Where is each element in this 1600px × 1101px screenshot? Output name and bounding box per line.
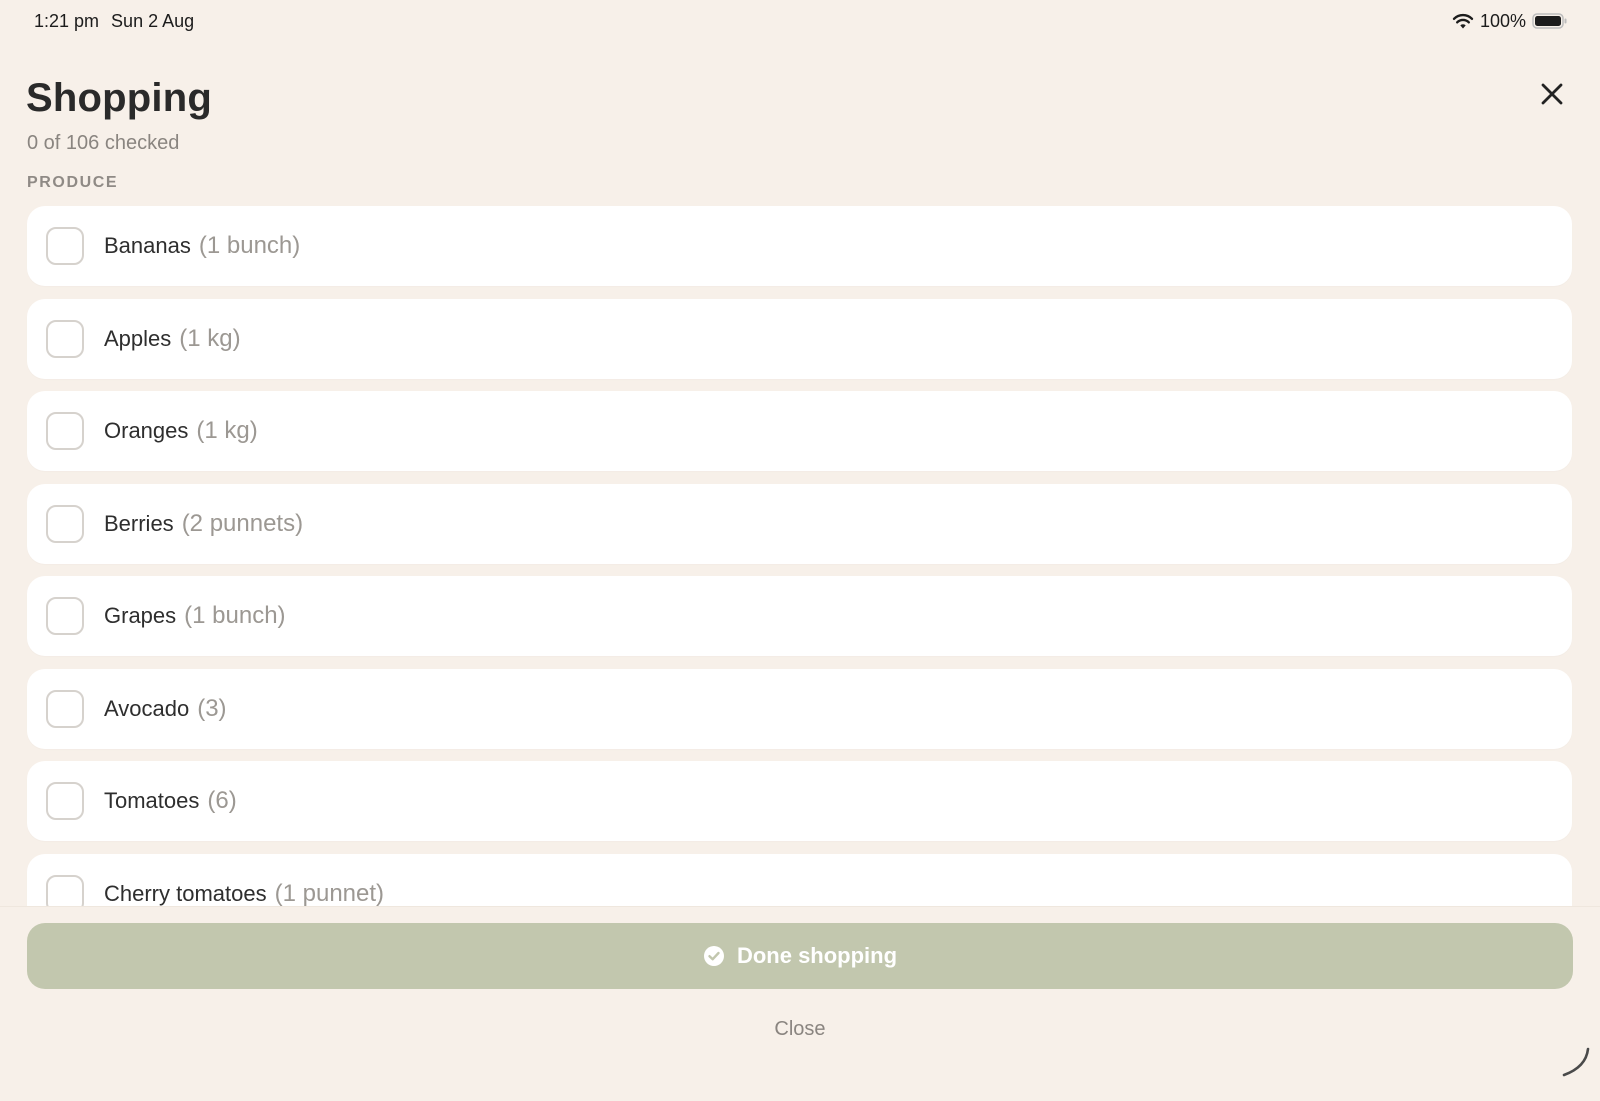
item-quantity: (1 kg) — [179, 324, 241, 352]
list-item[interactable]: Bananas (1 bunch) — [27, 206, 1572, 286]
item-name: Cherry tomatoes — [104, 880, 267, 906]
list-item[interactable]: Berries (2 punnets) — [27, 483, 1572, 564]
shopping-list: Bananas (1 bunch) Apples (1 kg) Oranges … — [27, 206, 1572, 906]
resize-handle-icon[interactable] — [1558, 1045, 1592, 1079]
item-quantity: (2 punnets) — [181, 509, 304, 537]
item-name: Apples — [104, 325, 172, 351]
item-checkbox[interactable] — [46, 782, 84, 820]
item-quantity: (1 punnet) — [274, 879, 385, 907]
list-item[interactable]: Grapes (1 bunch) — [27, 576, 1572, 656]
item-quantity: (6) — [207, 787, 237, 814]
item-name: Berries — [104, 510, 174, 536]
list-item[interactable]: Avocado (3) — [27, 668, 1572, 749]
check-circle-icon — [703, 945, 725, 967]
item-checkbox[interactable] — [46, 874, 84, 906]
list-item[interactable]: Apples (1 kg) — [27, 298, 1572, 379]
item-checkbox[interactable] — [46, 227, 84, 265]
item-quantity: (3) — [197, 694, 227, 722]
item-name: Oranges — [104, 418, 189, 443]
item-checkbox[interactable] — [46, 504, 84, 543]
item-checkbox[interactable] — [46, 597, 84, 635]
list-item[interactable]: Cherry tomatoes (1 punnet) — [27, 853, 1572, 907]
item-quantity: (1 kg) — [196, 417, 258, 444]
item-checkbox[interactable] — [46, 412, 84, 450]
item-checkbox[interactable] — [46, 319, 84, 358]
item-checkbox[interactable] — [46, 689, 84, 728]
list-item[interactable]: Oranges (1 kg) — [27, 391, 1572, 471]
done-shopping-label: Done shopping — [736, 943, 898, 968]
done-shopping-button[interactable]: Done shopping — [27, 923, 1573, 989]
item-name: Avocado — [104, 695, 190, 721]
item-quantity: (1 bunch) — [184, 602, 286, 629]
close-link[interactable]: Close — [0, 1018, 1600, 1041]
item-quantity: (1 bunch) — [198, 232, 301, 259]
item-name: Grapes — [104, 603, 177, 628]
shopping-list-viewport[interactable]: Bananas (1 bunch) Apples (1 kg) Oranges … — [0, 0, 1600, 906]
item-name: Bananas — [104, 233, 191, 258]
item-name: Tomatoes — [104, 788, 200, 813]
list-item[interactable]: Tomatoes (6) — [27, 761, 1572, 841]
